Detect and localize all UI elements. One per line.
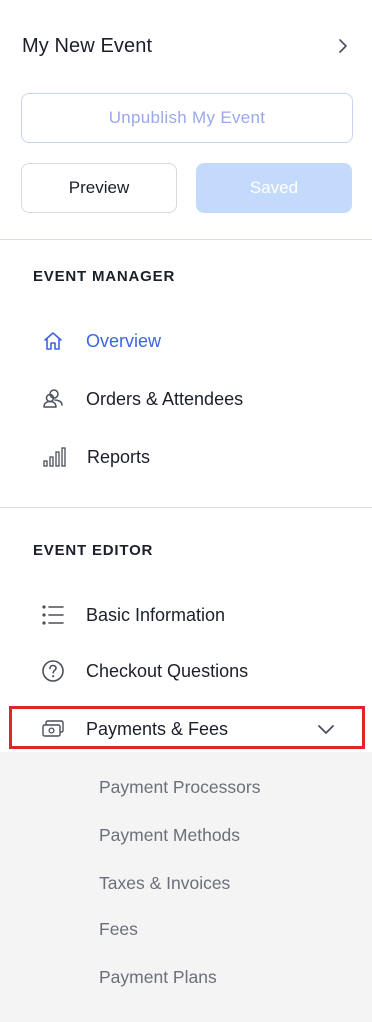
nav-item-label: Overview <box>86 330 162 351</box>
nav-item-basic-information[interactable]: Basic Information <box>0 595 372 635</box>
nav-item-label: Orders & Attendees <box>86 388 244 409</box>
sidebar: My New Event Unpublish My Event Preview … <box>0 0 372 1022</box>
nav-item-label: Checkout Questions <box>86 660 249 681</box>
event-manager-title: EVENT MANAGER <box>33 268 176 285</box>
chevron-right-icon[interactable] <box>336 39 350 53</box>
payments-icon <box>40 716 66 742</box>
payments-submenu: Payment Processors Payment Methods Taxes… <box>0 752 372 1022</box>
preview-button[interactable]: Preview <box>21 163 177 213</box>
nav-item-payments-fees[interactable]: Payments & Fees <box>0 709 372 749</box>
event-editor-title: EVENT EDITOR <box>33 542 154 559</box>
nav-item-label: Payments & Fees <box>86 718 229 739</box>
nav-item-orders-attendees[interactable]: Orders & Attendees <box>0 379 372 419</box>
submenu-item-payment-plans[interactable]: Payment Plans <box>99 967 217 988</box>
bar-chart-icon <box>42 444 68 470</box>
nav-item-reports[interactable]: Reports <box>0 437 372 477</box>
event-title: My New Event <box>22 34 153 57</box>
list-icon <box>40 602 66 628</box>
home-icon <box>40 328 66 354</box>
attendees-icon <box>40 386 66 412</box>
nav-item-overview[interactable]: Overview <box>0 321 372 361</box>
event-selector[interactable]: My New Event <box>22 30 350 62</box>
submenu-item-taxes-invoices[interactable]: Taxes & Invoices <box>99 873 230 894</box>
submenu-item-fees[interactable]: Fees <box>99 919 138 940</box>
unpublish-button[interactable]: Unpublish My Event <box>21 93 353 143</box>
question-circle-icon <box>40 658 66 684</box>
chevron-down-icon[interactable] <box>316 719 336 739</box>
divider <box>0 507 372 508</box>
submenu-item-payment-methods[interactable]: Payment Methods <box>99 825 240 846</box>
divider <box>0 239 372 240</box>
submenu-item-payment-processors[interactable]: Payment Processors <box>99 777 260 798</box>
saved-button[interactable]: Saved <box>196 163 352 213</box>
nav-item-checkout-questions[interactable]: Checkout Questions <box>0 651 372 691</box>
nav-item-label: Reports <box>87 446 151 467</box>
nav-item-label: Basic Information <box>86 604 226 625</box>
